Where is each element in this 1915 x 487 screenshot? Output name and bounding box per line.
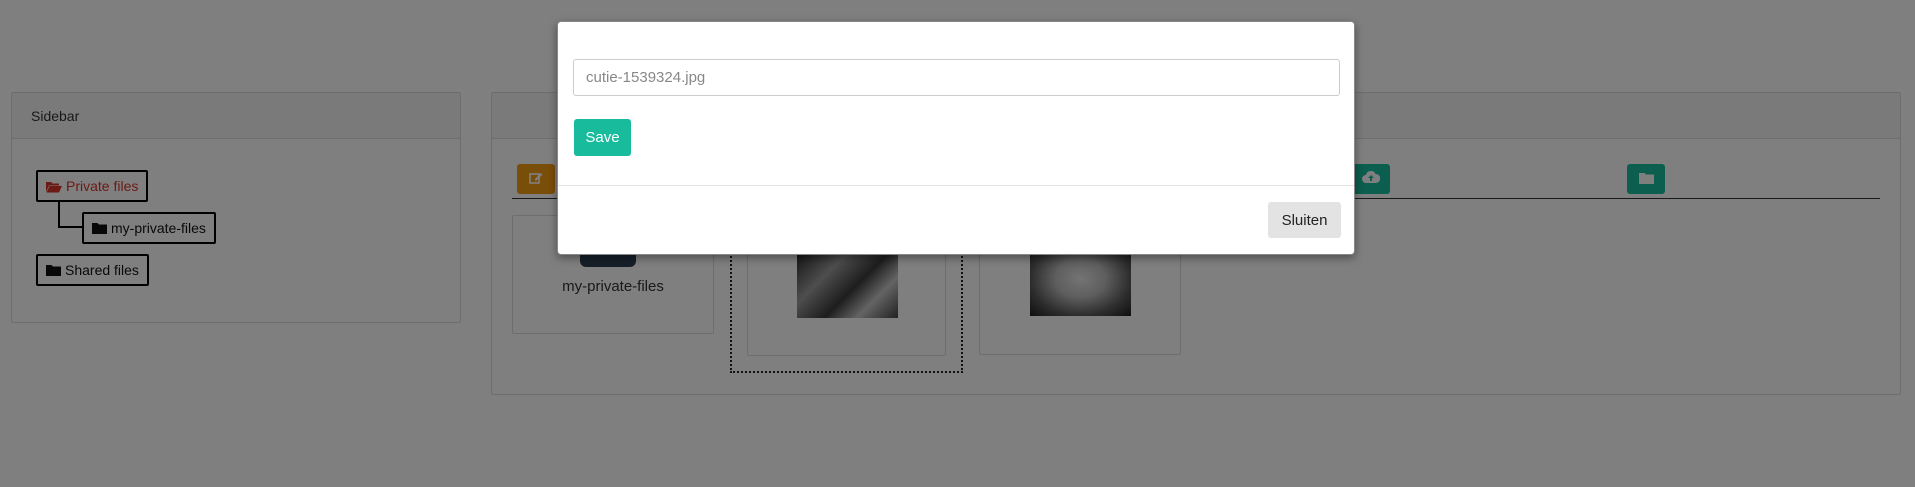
dialog-body: Save — [558, 22, 1354, 186]
dialog-footer-divider — [558, 185, 1354, 186]
rename-dialog: Save Sluiten — [557, 21, 1355, 255]
save-button[interactable]: Save — [574, 119, 631, 156]
close-button[interactable]: Sluiten — [1268, 202, 1341, 238]
filename-input[interactable] — [573, 59, 1340, 96]
